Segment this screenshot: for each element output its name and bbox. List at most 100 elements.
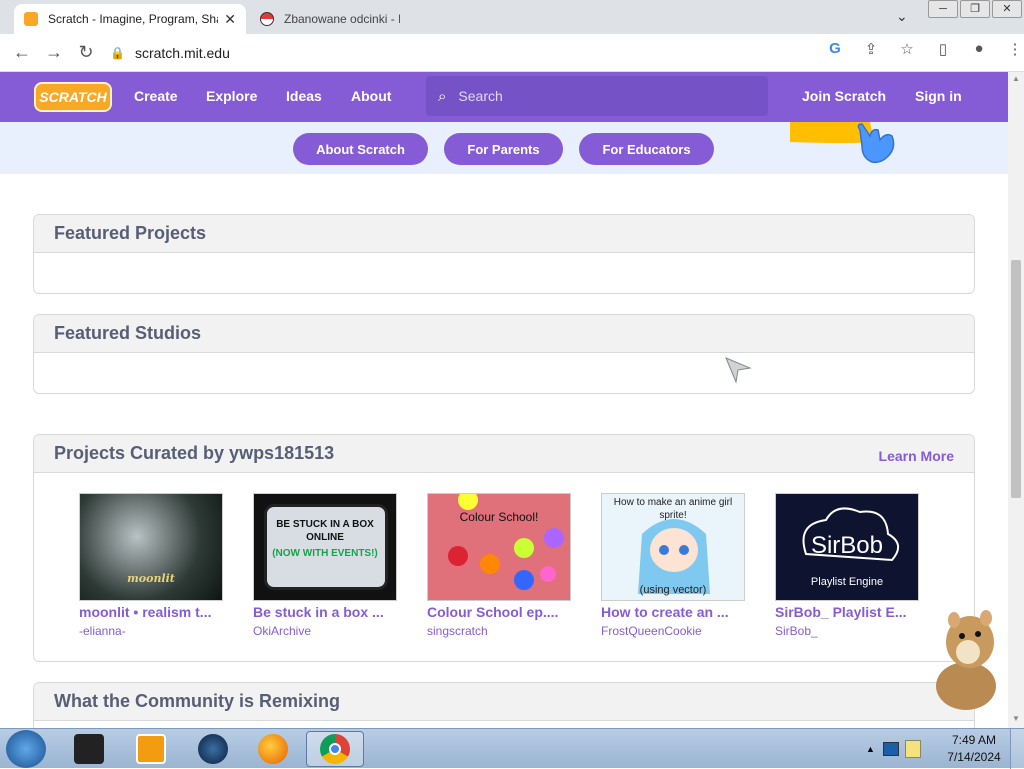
side-panel-icon[interactable]: ▯ xyxy=(932,40,954,58)
project-author[interactable]: SirBob_ xyxy=(775,624,919,638)
project-card[interactable]: BE STUCK IN A BOX ONLINE (NOW WITH EVENT… xyxy=(253,493,397,638)
learn-more-link[interactable]: Learn More xyxy=(879,448,954,464)
featured-studios-heading: Featured Studios xyxy=(34,315,974,353)
scrollbar-thumb[interactable] xyxy=(1011,260,1021,498)
project-card[interactable]: Colour School! Colour School ep.... sing… xyxy=(427,493,571,638)
tray-expand-icon[interactable]: ▲ xyxy=(866,744,875,754)
project-card[interactable]: How to make an anime girl sprite! (using… xyxy=(601,493,745,638)
scratch-logo[interactable]: SCRATCH xyxy=(34,82,112,112)
pokeball-favicon-icon xyxy=(260,12,274,26)
featured-studios-box: Featured Studios xyxy=(33,314,975,394)
clock-time: 7:49 AM xyxy=(951,733,997,747)
tab-title: Zbanowane odcinki - Pokes xyxy=(284,12,400,26)
project-author[interactable]: OkiArchive xyxy=(253,624,397,638)
remixing-box: What the Community is Remixing xyxy=(33,682,975,728)
for-educators-button[interactable]: For Educators xyxy=(579,133,714,165)
profile-avatar-icon[interactable]: ● xyxy=(968,40,990,58)
address-bar[interactable]: 🔒 scratch.mit.edu xyxy=(110,40,910,66)
share-icon[interactable]: ⇪ xyxy=(860,40,882,58)
bookmark-star-icon[interactable]: ☆ xyxy=(896,40,918,58)
google-lens-icon[interactable]: G xyxy=(824,40,846,58)
nav-ideas[interactable]: Ideas xyxy=(286,88,322,104)
thumbnail-caption-2: (using vector) xyxy=(639,584,707,596)
project-thumbnail[interactable]: moonlit xyxy=(79,493,223,601)
scratch-cat-mascot-icon xyxy=(790,122,895,164)
project-author[interactable]: -elianna- xyxy=(79,624,223,638)
network-icon[interactable] xyxy=(882,742,899,756)
scratch-page: SCRATCH Create Explore Ideas About ⌕ Sea… xyxy=(0,72,1008,728)
remixing-heading: What the Community is Remixing xyxy=(34,683,974,721)
clock-date: 7/14/2024 xyxy=(947,750,1001,764)
globe-app-icon[interactable] xyxy=(198,734,228,764)
project-title[interactable]: Be stuck in a box ... xyxy=(253,604,397,620)
project-title[interactable]: How to create an ... xyxy=(601,604,745,620)
sign-in-link[interactable]: Sign in xyxy=(915,88,962,104)
project-title[interactable]: Colour School ep.... xyxy=(427,604,571,620)
curated-projects-box: Projects Curated by ywps181513 Learn Mor… xyxy=(33,434,975,662)
system-tray: ▲ xyxy=(866,729,927,769)
tab-search-chevron-down-icon[interactable]: ⌄ xyxy=(896,8,908,25)
tab-title: Scratch - Imagine, Program, Share xyxy=(48,12,219,26)
scratch-favicon-icon xyxy=(24,12,38,26)
browser-tabstrip: Scratch - Imagine, Program, Share ✕ Zban… xyxy=(0,0,1024,34)
search-icon: ⌕ xyxy=(438,87,447,105)
nav-about[interactable]: About xyxy=(351,88,391,104)
nav-create[interactable]: Create xyxy=(134,88,178,104)
about-scratch-button[interactable]: About Scratch xyxy=(293,133,428,165)
project-thumbnail[interactable]: SirBob Playlist Engine xyxy=(775,493,919,601)
taskbar-clock[interactable]: 7:49 AM 7/14/2024 xyxy=(944,732,1004,766)
url-text: scratch.mit.edu xyxy=(134,45,230,61)
close-window-button[interactable]: ✕ xyxy=(992,0,1022,18)
search-input[interactable]: ⌕ Search xyxy=(426,76,768,116)
project-thumbnail[interactable]: Colour School! xyxy=(427,493,571,601)
project-carousel: moonlit moonlit • realism t... -elianna-… xyxy=(79,493,919,638)
maximize-button[interactable]: ❐ xyxy=(960,0,990,18)
thumbnail-caption-2: Playlist Engine xyxy=(810,576,884,588)
search-placeholder: Search xyxy=(458,88,503,104)
lock-icon[interactable]: 🔒 xyxy=(110,46,125,60)
window-controls: ─ ❐ ✕ xyxy=(928,0,1024,18)
action-center-icon[interactable] xyxy=(904,740,921,758)
project-title[interactable]: SirBob_ Playlist E... xyxy=(775,604,919,620)
project-author[interactable]: FrostQueenCookie xyxy=(601,624,745,638)
forward-arrow-icon[interactable]: → xyxy=(38,42,70,63)
project-thumbnail[interactable]: How to make an anime girl sprite! (using… xyxy=(601,493,745,601)
join-scratch-link[interactable]: Join Scratch xyxy=(802,88,886,104)
minimize-button[interactable]: ─ xyxy=(928,0,958,18)
thumbnail-panel xyxy=(264,504,388,590)
scratch-navbar: SCRATCH Create Explore Ideas About ⌕ Sea… xyxy=(0,72,1008,122)
project-card[interactable]: SirBob Playlist Engine SirBob_ Playlist … xyxy=(775,493,919,638)
thumbnail-caption: BE STUCK IN A BOX ONLINE xyxy=(276,519,374,543)
project-title[interactable]: moonlit • realism t... xyxy=(79,604,223,620)
show-desktop-button[interactable] xyxy=(1010,729,1024,769)
scroll-down-arrow-icon[interactable]: ▼ xyxy=(1012,714,1020,723)
media-player-icon[interactable] xyxy=(136,734,166,764)
project-author[interactable]: singscratch xyxy=(427,624,571,638)
start-button[interactable] xyxy=(6,730,46,768)
browser-toolbar: ← → ↻ 🔒 scratch.mit.edu G ⇪ ☆ ▯ ● ⋮ xyxy=(0,34,1024,72)
firefox-icon[interactable] xyxy=(258,734,288,764)
reload-icon[interactable]: ↻ xyxy=(70,42,102,63)
tab-close-icon[interactable]: ✕ xyxy=(224,11,236,28)
page-scrollbar[interactable]: ▲ ▼ xyxy=(1008,72,1024,728)
thumbnail-caption: moonlit xyxy=(127,572,175,585)
nav-explore[interactable]: Explore xyxy=(206,88,257,104)
featured-projects-box: Featured Projects xyxy=(33,214,975,294)
color-blobs-icon xyxy=(448,494,564,590)
scroll-up-arrow-icon[interactable]: ▲ xyxy=(1012,74,1020,83)
mouse-cursor-icon xyxy=(725,357,752,384)
terminal-app-icon[interactable] xyxy=(74,734,104,764)
tab-scratch[interactable]: Scratch - Imagine, Program, Share ✕ xyxy=(14,4,246,34)
back-arrow-icon[interactable]: ← xyxy=(6,42,38,63)
windows-taskbar: ▲ 7:49 AM 7/14/2024 xyxy=(0,728,1024,769)
chrome-icon xyxy=(320,734,350,764)
tab-pokemon[interactable]: Zbanowane odcinki - Pokes xyxy=(250,4,410,34)
intro-banner: About Scratch For Parents For Educators xyxy=(0,122,1008,174)
chrome-taskbar-button[interactable] xyxy=(306,731,364,767)
for-parents-button[interactable]: For Parents xyxy=(444,133,563,165)
menu-dots-icon[interactable]: ⋮ xyxy=(1004,40,1024,58)
project-card[interactable]: moonlit moonlit • realism t... -elianna- xyxy=(79,493,223,638)
featured-projects-heading: Featured Projects xyxy=(34,215,974,253)
project-thumbnail[interactable]: BE STUCK IN A BOX ONLINE (NOW WITH EVENT… xyxy=(253,493,397,601)
curated-heading: Projects Curated by ywps181513 xyxy=(34,435,974,473)
